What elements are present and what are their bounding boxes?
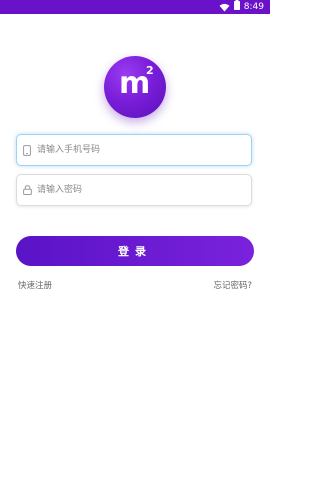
logo-superscript: 2 <box>146 64 154 77</box>
status-bar: 8:49 <box>0 0 270 14</box>
forgot-password-link[interactable]: 忘记密码? <box>213 279 252 291</box>
wifi-icon <box>219 3 230 12</box>
password-input[interactable] <box>37 180 251 200</box>
phone-icon <box>21 144 33 156</box>
phone-input[interactable] <box>37 140 251 160</box>
login-button[interactable]: 登录 <box>16 236 254 266</box>
lock-icon <box>21 184 33 196</box>
app-logo: m 2 <box>104 56 166 118</box>
register-link[interactable]: 快速注册 <box>18 279 52 291</box>
password-field[interactable] <box>16 174 252 206</box>
status-time: 8:49 <box>243 2 264 12</box>
phone-field[interactable] <box>16 134 252 166</box>
status-bar-indicators: 8:49 <box>219 0 264 14</box>
battery-icon <box>233 0 240 15</box>
